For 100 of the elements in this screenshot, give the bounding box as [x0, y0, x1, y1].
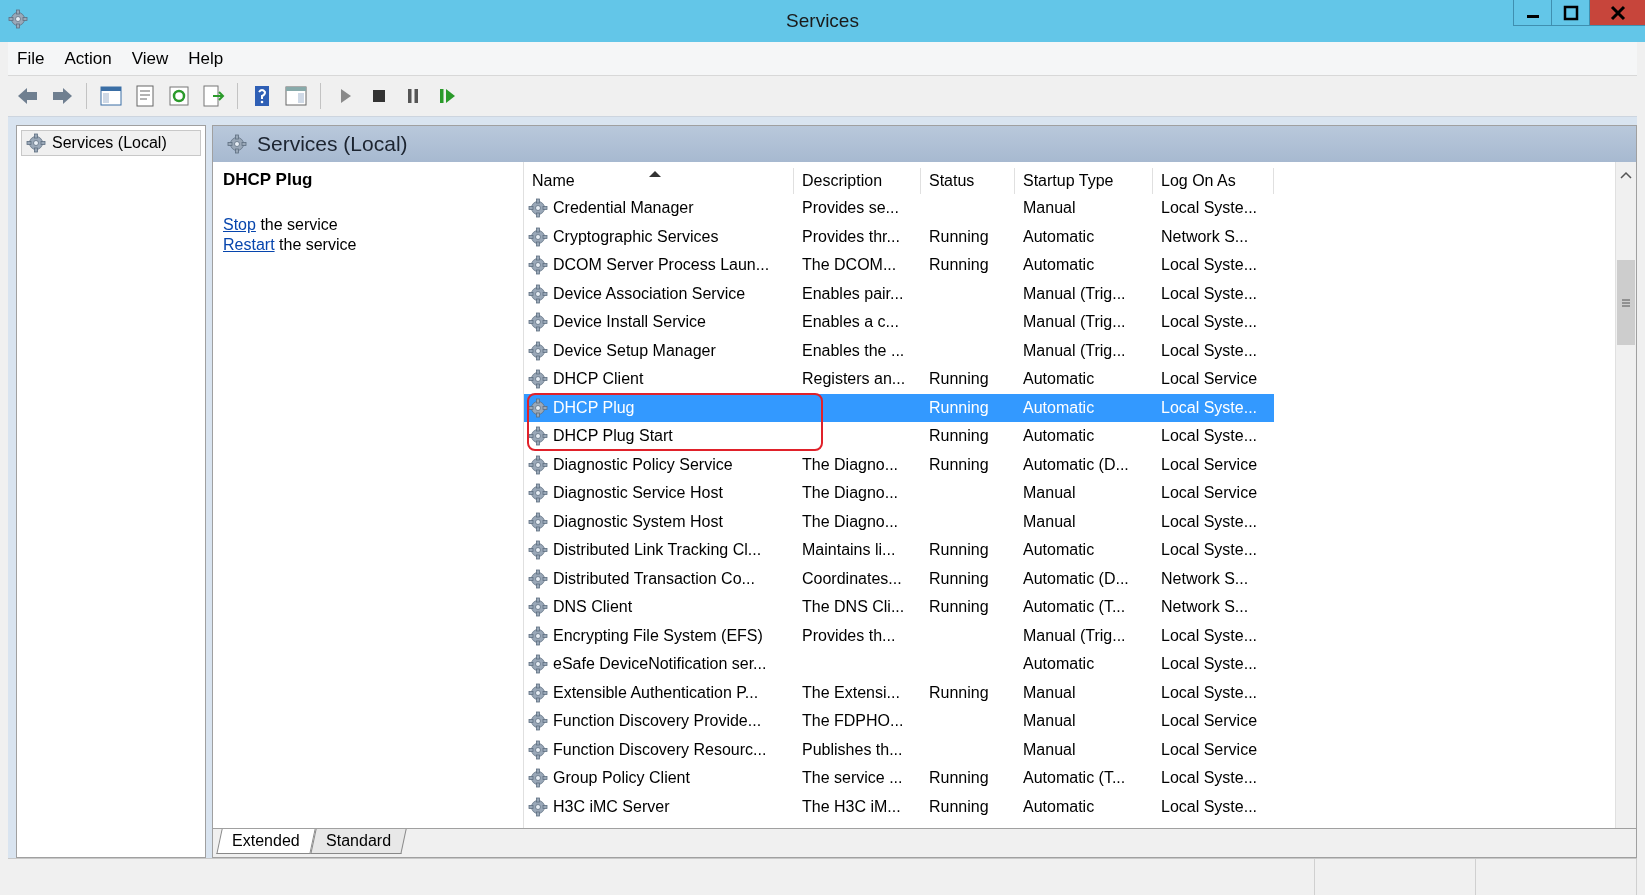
- scrollbar[interactable]: [1615, 162, 1636, 828]
- service-row[interactable]: Device Association Service Enables pair... Manual (Trig... Local Syste...: [524, 279, 1274, 308]
- table-cell: Diagnostic Policy Service: [553, 455, 733, 474]
- panel-title: Services (Local): [257, 132, 408, 156]
- table-cell: Automatic (T...: [1023, 769, 1126, 787]
- table-cell: Automatic: [1023, 541, 1095, 559]
- gear-icon: [528, 226, 548, 247]
- service-row[interactable]: Encrypting File System (EFS) Provides th... Manual (Trig... Local Syste...: [524, 621, 1274, 650]
- table-cell: Extensible Authentication P...: [553, 683, 759, 702]
- service-row[interactable]: H3C iMC Server The H3C iM... Running Automatic Local Syste...: [524, 792, 1274, 821]
- service-row[interactable]: DNS Client The DNS Cli... Running Automatic (T... Network S...: [524, 593, 1274, 622]
- gear-icon: [528, 255, 548, 276]
- table-cell: Enables a c...: [802, 313, 899, 331]
- service-row[interactable]: Diagnostic System Host The Diagno... Manual Local Syste...: [524, 507, 1274, 536]
- gear-icon: [528, 768, 548, 789]
- table-cell: Running: [929, 683, 989, 701]
- gear-icon: [528, 369, 548, 390]
- table-cell: Running: [929, 598, 989, 616]
- table-cell: Manual (Trig...: [1023, 341, 1126, 359]
- gear-icon: [528, 198, 548, 219]
- table-cell: Enables the ...: [802, 341, 905, 359]
- gear-icon: [528, 597, 548, 618]
- table-cell: Provides th...: [802, 626, 896, 644]
- service-row[interactable]: eSafe DeviceNotification ser... Automatic Local Syste...: [524, 650, 1274, 679]
- table-cell: The service ...: [802, 769, 903, 787]
- service-row[interactable]: DHCP Plug Start Running Automatic Local Syste...: [524, 422, 1274, 451]
- table-cell: Local Syste...: [1161, 427, 1258, 445]
- table-cell: Running: [929, 427, 989, 445]
- table-cell: Running: [929, 455, 989, 473]
- table-cell: eSafe DeviceNotification ser...: [553, 655, 767, 674]
- table-cell: Network S...: [1161, 569, 1249, 587]
- table-cell: Local Syste...: [1161, 541, 1258, 559]
- table-cell: DHCP Client: [553, 370, 644, 389]
- table-cell: Network S...: [1161, 227, 1249, 245]
- service-row[interactable]: Distributed Link Tracking Cl... Maintains li... Running Automatic Local Syste...: [524, 536, 1274, 565]
- table-cell: The Diagno...: [802, 512, 899, 530]
- table-cell: Local Syste...: [1161, 797, 1258, 815]
- table-cell: The Diagno...: [802, 484, 899, 502]
- gear-icon: [528, 654, 548, 675]
- maximize-icon: [1562, 4, 1579, 21]
- tree-item[interactable]: Services (Local): [21, 130, 201, 156]
- gear-icon: [528, 426, 548, 447]
- service-row[interactable]: Diagnostic Policy Service The Diagno... Running Automatic (D... Local Service: [524, 450, 1274, 479]
- table-cell: Running: [929, 769, 989, 787]
- service-row[interactable]: Distributed Transaction Co... Coordinates... Running Automatic (D... Network S...: [524, 564, 1274, 593]
- table-cell: H3C iMC Server: [553, 797, 670, 816]
- service-action-link[interactable]: Restart: [223, 236, 275, 253]
- table-cell: Running: [929, 370, 989, 388]
- service-row[interactable]: Function Discovery Provide... The FDPHO... Manual Local Service: [524, 707, 1274, 736]
- service-row[interactable]: Device Setup Manager Enables the ... Manual (Trig... Local Syste...: [524, 336, 1274, 365]
- service-row[interactable]: Credential Manager Provides se... Manual Local Syste...: [524, 194, 1274, 223]
- view-tab[interactable]: Extended: [216, 829, 316, 854]
- service-row[interactable]: Function Discovery Resourc... Publishes th... Manual Local Service: [524, 735, 1274, 764]
- table-cell: Automatic: [1023, 655, 1095, 673]
- table-cell: The FDPHO...: [802, 712, 904, 730]
- table-cell: Local Service: [1161, 455, 1258, 473]
- gear-icon: [528, 682, 548, 703]
- table-cell: DCOM Server Process Laun...: [553, 256, 770, 275]
- table-cell: Encrypting File System (EFS): [553, 626, 763, 645]
- window-title: Services: [786, 10, 859, 32]
- service-row[interactable]: Diagnostic Service Host The Diagno... Manual Local Service: [524, 479, 1274, 508]
- table-cell: Manual: [1023, 512, 1076, 530]
- table-cell: Manual: [1023, 712, 1076, 730]
- table-cell: Automatic (D...: [1023, 569, 1129, 587]
- view-tab[interactable]: Standard: [309, 829, 407, 854]
- table-cell: DNS Client: [553, 598, 633, 617]
- table-cell: Function Discovery Resourc...: [553, 740, 767, 759]
- service-row[interactable]: DHCP Client Registers an... Running Automatic Local Service: [524, 365, 1274, 394]
- table-cell: DHCP Plug: [553, 398, 635, 417]
- table-cell: Manual: [1023, 740, 1076, 758]
- table-cell: Distributed Link Tracking Cl...: [553, 541, 762, 560]
- service-row[interactable]: Extensible Authentication P... The Extensi... Running Manual Local Syste...: [524, 678, 1274, 707]
- service-row[interactable]: Group Policy Client The service ... Running Automatic (T... Local Syste...: [524, 764, 1274, 793]
- close-button[interactable]: [1589, 0, 1645, 26]
- service-action-link[interactable]: Stop: [223, 216, 256, 233]
- table-cell: Manual (Trig...: [1023, 313, 1126, 331]
- table-cell: Running: [929, 398, 989, 416]
- table-cell: Enables pair...: [802, 284, 904, 302]
- gear-icon: [528, 568, 548, 589]
- menu-item[interactable]: Help: [179, 46, 233, 71]
- table-cell: Automatic: [1023, 398, 1095, 416]
- table-cell: Local Syste...: [1161, 313, 1258, 331]
- maximize-button[interactable]: [1551, 0, 1589, 26]
- table-cell: DHCP Plug Start: [553, 427, 673, 446]
- gear-icon: [528, 312, 548, 333]
- table-cell: Running: [929, 569, 989, 587]
- service-row[interactable]: DCOM Server Process Laun... The DCOM... Running Automatic Local Syste...: [524, 251, 1274, 280]
- gear-icon: [528, 454, 548, 475]
- menu-item[interactable]: File: [8, 46, 54, 71]
- table-cell: Local Syste...: [1161, 626, 1258, 644]
- table-cell: Local Service: [1161, 484, 1258, 502]
- table-cell: Automatic: [1023, 797, 1095, 815]
- table-cell: Local Syste...: [1161, 769, 1258, 787]
- menu-item[interactable]: Action: [55, 46, 121, 71]
- menu-item[interactable]: View: [122, 46, 178, 71]
- minimize-button[interactable]: [1513, 0, 1551, 26]
- table-cell: Distributed Transaction Co...: [553, 569, 755, 588]
- service-row[interactable]: Device Install Service Enables a c... Manual (Trig... Local Syste...: [524, 308, 1274, 337]
- service-row[interactable]: Cryptographic Services Provides thr... Running Automatic Network S...: [524, 222, 1274, 251]
- minimize-icon: [1526, 15, 1539, 18]
